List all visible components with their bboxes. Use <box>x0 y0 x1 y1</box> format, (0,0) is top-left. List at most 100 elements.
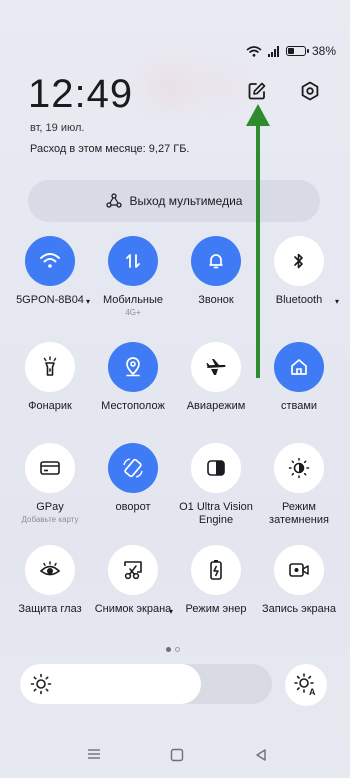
mobile-data-toggle[interactable] <box>108 236 158 286</box>
page-indicator <box>166 647 180 652</box>
card-icon <box>39 459 61 477</box>
eye-icon <box>39 561 61 579</box>
settings-button[interactable] <box>299 80 321 102</box>
chevron-down-icon[interactable]: ▾ <box>335 297 339 306</box>
wifi-toggle[interactable] <box>25 236 75 286</box>
mobile-data-icon <box>123 251 143 271</box>
rotate-icon <box>122 457 144 479</box>
bluetooth-icon <box>290 251 308 271</box>
quick-tile-label: Фонарик <box>28 400 72 412</box>
quick-tile-sublabel: 4G+ <box>125 308 141 317</box>
chevron-down-icon[interactable]: ▾ <box>169 607 173 616</box>
quick-tile[interactable]: оворот <box>91 443 175 514</box>
quick-tile-label: Защита глаз <box>18 603 82 615</box>
battery-percent: 38% <box>311 44 336 58</box>
page-dot <box>175 647 180 652</box>
quick-tile[interactable]: Снимок экрана ▾ <box>91 545 175 616</box>
battery-level-fill <box>287 48 294 54</box>
menu-icon <box>88 749 100 759</box>
flashlight-icon <box>40 356 60 378</box>
quick-tile-label: Режим энер <box>185 603 247 615</box>
quick-tile[interactable]: Запись экрана <box>257 545 341 616</box>
brightness-slider[interactable] <box>20 664 272 704</box>
chevron-down-icon[interactable]: ▾ <box>86 297 90 306</box>
bluetooth-toggle[interactable] <box>274 236 324 286</box>
vision-icon <box>206 459 226 477</box>
media-output-button[interactable]: Выход мультимедиа <box>28 180 320 222</box>
quick-tile-label: GPay <box>36 501 64 513</box>
quick-tile[interactable]: Защита глаз <box>8 545 92 616</box>
quick-tile[interactable]: Авиарежим <box>174 342 258 413</box>
vision-toggle[interactable] <box>191 443 241 493</box>
quick-tile-label: 5GPON-8B04 <box>16 294 84 306</box>
quick-tile[interactable]: 5GPON-8B04 ▾ <box>8 236 92 307</box>
airplane-icon <box>205 357 227 377</box>
background-blob <box>150 70 190 100</box>
quick-tile-sublabel: Добавьте карту <box>21 515 79 524</box>
wifi-icon <box>39 252 61 270</box>
screen-record-icon <box>288 561 310 579</box>
media-output-icon <box>105 193 122 208</box>
edit-button[interactable] <box>246 80 268 102</box>
bell-toggle[interactable] <box>191 236 241 286</box>
page-dot-active <box>166 647 171 652</box>
quick-tile-label: Снимок экрана <box>94 603 172 615</box>
clock-time[interactable]: 12:49 <box>28 72 133 117</box>
screen-record-toggle[interactable] <box>274 545 324 595</box>
status-bar: 38% <box>246 44 336 58</box>
quick-tile[interactable]: Bluetooth ▾ <box>257 236 341 307</box>
quick-tile-label: Bluetooth <box>275 294 323 306</box>
date-label[interactable]: вт, 19 июл. <box>30 122 84 134</box>
auto-brightness-button[interactable]: A <box>285 664 327 706</box>
home-nav-button[interactable] <box>170 748 184 762</box>
quick-tile[interactable]: Мобильные 4G+ <box>91 236 175 318</box>
quick-tile-label: Запись экрана <box>261 603 336 615</box>
quick-tile[interactable]: Звонок <box>174 236 258 307</box>
quick-tile[interactable]: Режим энер <box>174 545 258 616</box>
airplane-toggle[interactable] <box>191 342 241 392</box>
auto-brightness-icon: A <box>294 673 316 697</box>
screenshot-toggle[interactable] <box>108 545 158 595</box>
battery-icon <box>285 46 309 56</box>
quick-tile-label: оворот <box>115 501 151 513</box>
eye-toggle[interactable] <box>25 545 75 595</box>
sun-icon <box>30 673 52 695</box>
card-toggle[interactable] <box>25 443 75 493</box>
battery-saver-icon <box>207 559 225 581</box>
background-blob <box>208 72 238 98</box>
home-icon <box>289 357 309 377</box>
quick-tile[interactable]: GPay Добавьте карту <box>8 443 92 525</box>
quick-tile[interactable]: ствами <box>257 342 341 413</box>
quick-tile[interactable]: Режим затемнения <box>257 443 341 527</box>
back-nav-button[interactable] <box>254 748 268 762</box>
quick-tile[interactable]: Местополож <box>91 342 175 413</box>
data-usage-label[interactable]: Расход в этом месяце: 9,27 ГБ. <box>30 143 189 155</box>
quick-tile-label: O1 Ultra Vision Engine <box>179 501 253 526</box>
dark-mode-toggle[interactable] <box>274 443 324 493</box>
screenshot-icon <box>122 559 144 581</box>
wifi-signal-icon <box>246 45 262 57</box>
quick-tile-label: ствами <box>280 400 318 412</box>
quick-tile-label: Звонок <box>198 294 234 306</box>
back-triangle-icon <box>256 749 266 761</box>
dark-mode-icon <box>288 457 310 479</box>
quick-tile-label: Авиарежим <box>186 400 246 412</box>
edit-icon <box>248 82 266 100</box>
quick-tile-label: Местополож <box>101 400 165 412</box>
quick-tile-label: Мобильные <box>102 294 164 306</box>
location-icon <box>123 356 143 378</box>
location-toggle[interactable] <box>108 342 158 392</box>
svg-text:A: A <box>309 687 316 697</box>
quick-tile[interactable]: Фонарик <box>8 342 92 413</box>
gear-icon <box>301 81 319 101</box>
square-home-icon <box>170 748 184 762</box>
quick-tile[interactable]: O1 Ultra Vision Engine <box>174 443 258 527</box>
battery-saver-toggle[interactable] <box>191 545 241 595</box>
quick-tile-label: Режим затемнения <box>269 501 329 526</box>
rotate-toggle[interactable] <box>108 443 158 493</box>
cellular-signal-icon <box>267 45 279 57</box>
menu-nav-button[interactable] <box>86 748 102 760</box>
home-toggle[interactable] <box>274 342 324 392</box>
flashlight-toggle[interactable] <box>25 342 75 392</box>
media-output-label: Выход мультимедиа <box>129 194 243 208</box>
